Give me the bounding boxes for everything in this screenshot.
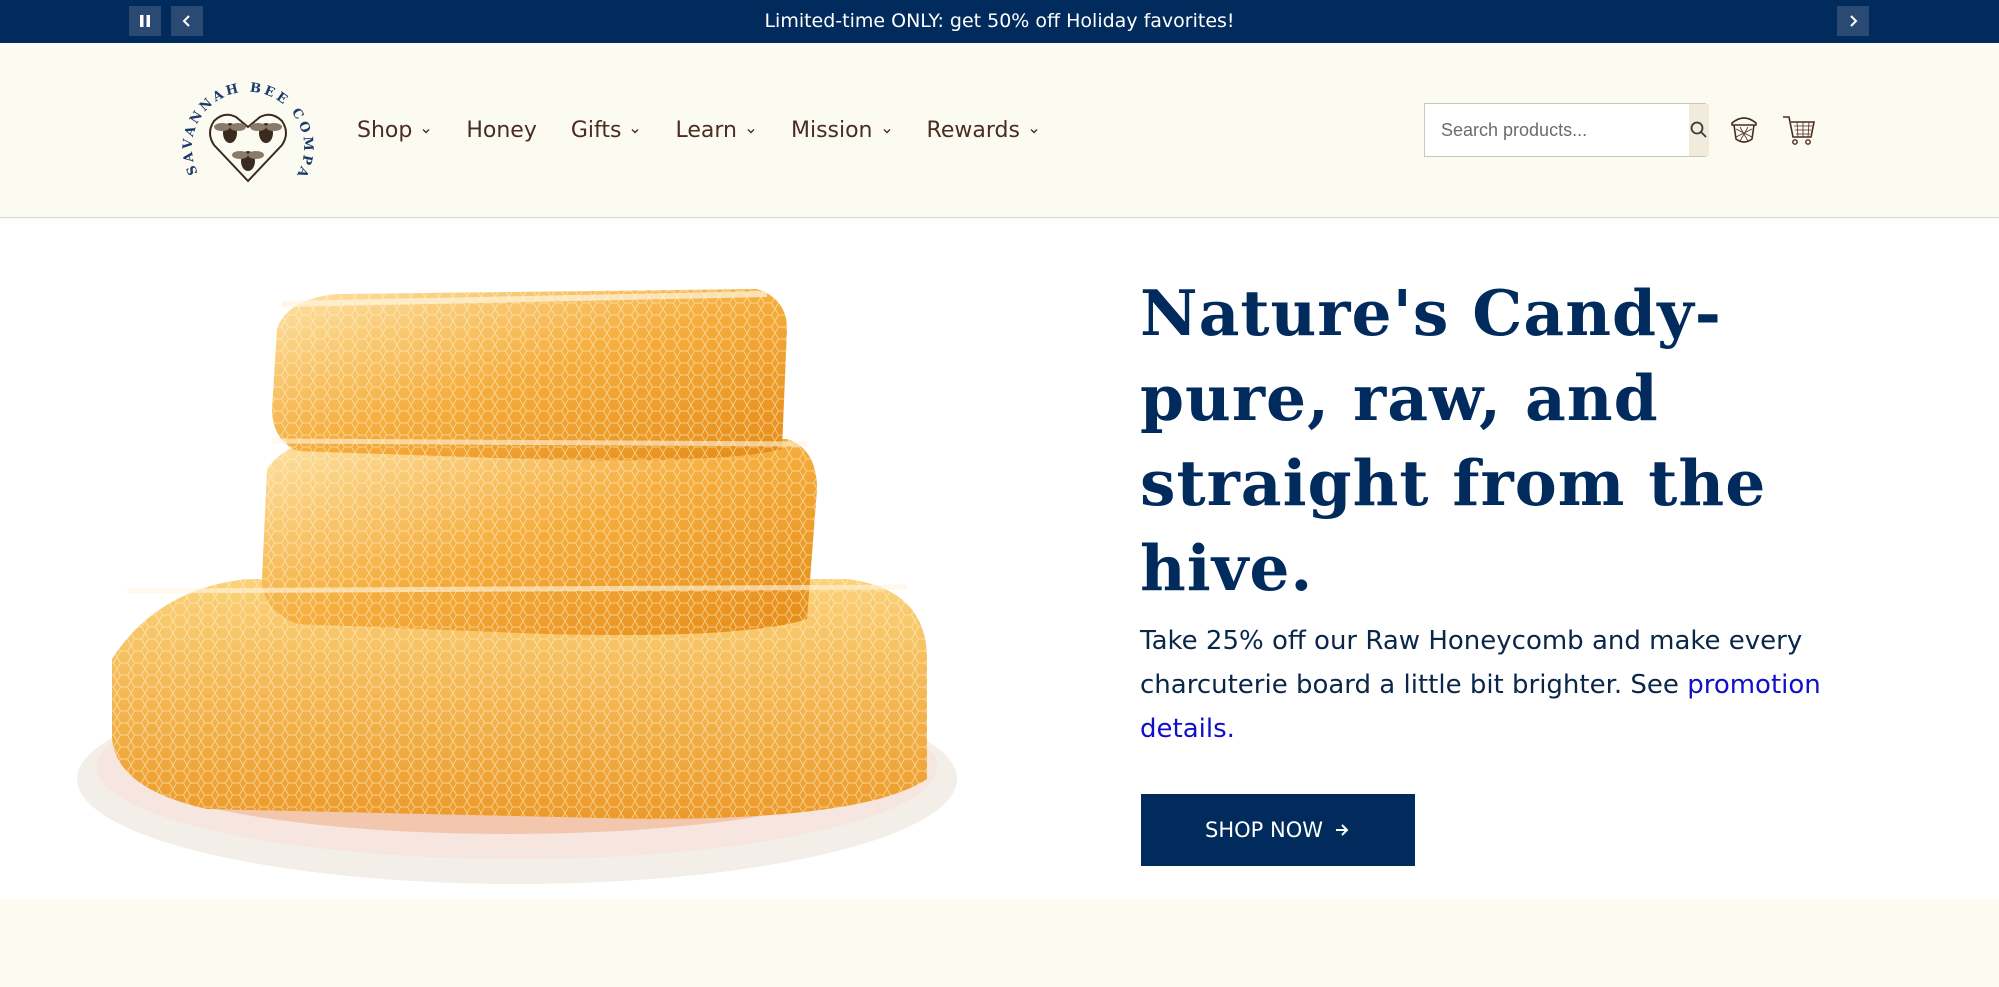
nav-gifts-label: Gifts [570,118,622,143]
beekeeper-account-icon[interactable] [1724,109,1764,149]
chevron-right-icon [1850,15,1858,27]
nav-rewards[interactable]: Rewards [927,118,1040,143]
nav-learn-label: Learn [675,118,737,143]
chevron-down-icon [422,128,430,133]
search-icon [1690,121,1707,138]
nav-honey[interactable]: Honey [466,118,537,143]
nav-mission[interactable]: Mission [791,118,893,143]
nav-honey-label: Honey [466,118,537,143]
nav-learn[interactable]: Learn [675,118,757,143]
next-announcement-button[interactable] [1837,6,1869,36]
nav-gifts[interactable]: Gifts [571,118,642,143]
search-button[interactable] [1689,104,1709,156]
search-input[interactable] [1425,104,1689,156]
announcement-message[interactable]: Limited-time ONLY: get 50% off Holiday f… [0,0,1999,43]
arrow-right-icon [1336,824,1349,836]
main-nav: Shop Honey Gifts Learn Mission Rewards [357,43,1074,218]
announcement-bar: Limited-time ONLY: get 50% off Holiday f… [0,0,1999,43]
chevron-down-icon [747,128,755,133]
chevron-down-icon [631,128,639,133]
honeycomb-image [47,219,1077,899]
hero-headline: Nature's Candy-pure, raw, and straight f… [1140,276,1767,605]
nav-shop[interactable]: Shop [357,118,432,143]
hero-section: Nature's Candy-pure, raw, and straight f… [0,219,1999,899]
site-header: SAVANNAH BEE COMPANY Shop Honey Gifts [0,43,1999,218]
search-form [1424,103,1709,157]
nav-mission-label: Mission [790,118,873,143]
nav-rewards-label: Rewards [926,118,1020,143]
nav-shop-label: Shop [357,118,413,143]
shop-now-button[interactable]: SHOP NOW [1141,794,1415,866]
shop-now-label: SHOP NOW [1205,818,1323,842]
cart-icon[interactable] [1779,109,1819,149]
chevron-down-icon [1030,128,1038,133]
hero-subtext: Take 25% off our Raw Honeycomb and make … [1140,619,1840,751]
chevron-down-icon [883,128,891,133]
savannah-bee-logo[interactable]: SAVANNAH BEE COMPANY [178,61,318,201]
